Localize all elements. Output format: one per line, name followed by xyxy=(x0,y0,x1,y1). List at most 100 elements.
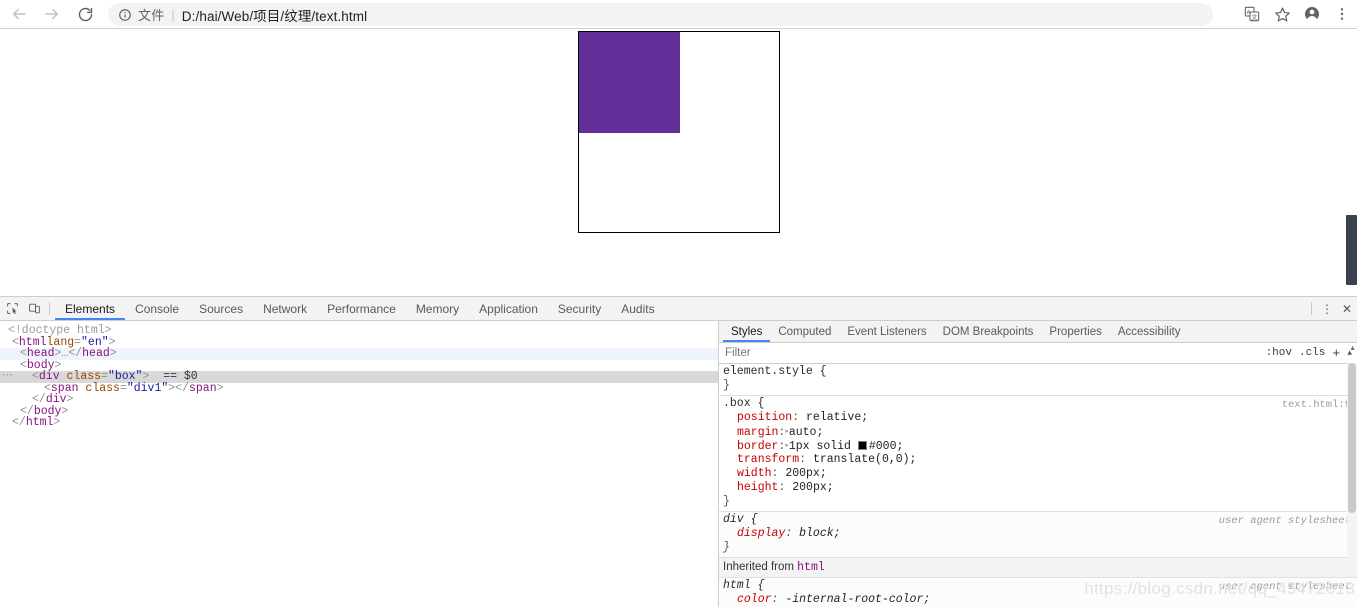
styles-scrollbar-thumb[interactable] xyxy=(1348,363,1356,513)
attr-class-span: class xyxy=(85,381,120,395)
tab-sources[interactable]: Sources xyxy=(189,298,253,320)
device-toolbar-icon[interactable] xyxy=(24,298,44,319)
selector-div: div { xyxy=(723,513,758,526)
dom-line-div-close: </div> xyxy=(32,393,74,406)
dom-line-span[interactable]: <span class="div1"></span> xyxy=(0,381,718,395)
hov-toggle[interactable]: :hov xyxy=(1266,347,1292,359)
tab-network[interactable]: Network xyxy=(253,298,317,320)
tab-event-listeners[interactable]: Event Listeners xyxy=(839,322,934,342)
forward-button[interactable] xyxy=(38,0,66,28)
cls-toggle[interactable]: .cls xyxy=(1299,347,1325,359)
property-margin: margin xyxy=(737,426,779,440)
close-brace-div: } xyxy=(723,541,730,554)
styles-scroll-up-icon[interactable]: ▲ xyxy=(1349,345,1356,352)
rule-div-origin: user agent stylesheet xyxy=(1218,515,1351,527)
devtools-panel: Elements Console Sources Network Perform… xyxy=(0,296,1357,607)
star-glyph-icon xyxy=(1274,7,1290,21)
page-scrollbar-thumb[interactable] xyxy=(1346,215,1357,285)
tab-styles[interactable]: Styles xyxy=(723,322,771,342)
tab-memory[interactable]: Memory xyxy=(406,298,469,320)
devtools-close-icon[interactable]: ✕ xyxy=(1337,298,1357,320)
value-border-color: #000; xyxy=(868,440,904,454)
property-border: border xyxy=(737,440,779,454)
tab-properties[interactable]: Properties xyxy=(1041,322,1109,342)
tab-security[interactable]: Security xyxy=(548,298,611,320)
rule-element-style[interactable]: element.style { } xyxy=(719,364,1357,396)
declaration-height[interactable]: height: 200px; xyxy=(723,481,1357,495)
omnibox-divider: | xyxy=(171,7,175,22)
inherited-from-tag[interactable]: html xyxy=(797,561,825,574)
tab-accessibility[interactable]: Accessibility xyxy=(1110,322,1189,342)
declaration-width[interactable]: width: 200px; xyxy=(723,467,1357,481)
color-swatch-black-icon[interactable] xyxy=(857,440,867,450)
tab-performance[interactable]: Performance xyxy=(317,298,406,320)
omnibox-url-text[interactable]: D:/hai/Web/项目/纹理/text.html xyxy=(182,5,367,25)
tag-span-close: span xyxy=(188,381,217,395)
styles-filter-row: :hov .cls + ▲ xyxy=(719,343,1357,364)
tabbar-divider xyxy=(49,302,50,315)
value-color: -internal-root-color; xyxy=(785,593,931,606)
dom-tree-pane[interactable]: <!doctype html> <htmllang="en"> ▶ <head>… xyxy=(0,321,719,607)
declaration-transform[interactable]: transform: translate(0,0); xyxy=(723,453,1357,467)
property-display: display xyxy=(737,527,786,540)
declaration-margin[interactable]: margin:▸auto; xyxy=(723,425,1357,439)
close-brace-box: } xyxy=(723,495,730,508)
bookmark-star-icon[interactable] xyxy=(1267,0,1297,28)
tab-application[interactable]: Application xyxy=(469,298,548,320)
devtools-more-icon[interactable]: ⋮ xyxy=(1317,298,1337,320)
devtools-main: <!doctype html> <htmllang="en"> ▶ <head>… xyxy=(0,321,1357,607)
dom-line-html-close: </html> xyxy=(12,416,61,429)
styles-pane: Styles Computed Event Listeners DOM Brea… xyxy=(719,321,1357,607)
styles-scrollbar[interactable] xyxy=(1347,363,1357,565)
selector-element-style: element.style { xyxy=(723,365,827,378)
tag-html-close: html xyxy=(25,416,54,429)
devtools-tabbar-actions: ⋮ ✕ xyxy=(1306,297,1357,320)
declaration-border[interactable]: border:▸1px solid #000; xyxy=(723,439,1357,453)
tab-audits[interactable]: Audits xyxy=(611,298,664,320)
new-style-rule-button[interactable]: + xyxy=(1332,346,1340,361)
reload-button[interactable] xyxy=(71,0,99,28)
property-position: position xyxy=(737,411,793,424)
box-div xyxy=(578,31,780,233)
property-height: height xyxy=(737,481,779,494)
value-height: 200px; xyxy=(792,481,834,494)
forward-arrow-icon xyxy=(45,8,58,20)
back-button[interactable] xyxy=(5,0,33,28)
dom-line-body-close: </body> xyxy=(20,404,69,418)
value-position: relative; xyxy=(806,411,869,424)
styles-filter-input[interactable] xyxy=(719,343,1266,363)
property-width: width xyxy=(737,467,772,480)
profile-avatar-icon[interactable] xyxy=(1297,0,1327,28)
tag-head-close: head xyxy=(82,347,110,360)
site-info-icon[interactable] xyxy=(117,7,132,22)
value-transform: translate(0,0); xyxy=(812,453,917,466)
devtools-tabbar: Elements Console Sources Network Perform… xyxy=(0,297,1357,321)
three-dots-vertical-icon xyxy=(1340,8,1344,20)
inspect-cursor-icon xyxy=(6,303,18,314)
chrome-menu-icon[interactable] xyxy=(1327,0,1357,28)
property-color: color xyxy=(737,593,772,606)
tab-elements[interactable]: Elements xyxy=(55,298,126,320)
translate-icon[interactable]: 文 A xyxy=(1237,0,1267,28)
info-circle-icon xyxy=(118,8,131,21)
tab-dom-breakpoints[interactable]: DOM Breakpoints xyxy=(935,322,1042,342)
value-border-prefix: 1px solid xyxy=(788,440,858,454)
omnibox-scheme-label: 文件 xyxy=(138,8,165,23)
css-rules-list[interactable]: element.style { } text.html:9 .box { pos… xyxy=(719,364,1357,607)
translate-glyph-icon: 文 A xyxy=(1244,6,1260,21)
address-bar[interactable]: 文件 | D:/hai/Web/项目/纹理/text.html xyxy=(108,3,1213,26)
svg-text:A: A xyxy=(1247,10,1251,16)
rule-box[interactable]: text.html:9 .box { position: relative; m… xyxy=(719,396,1357,512)
rule-html-origin: user agent stylesheet xyxy=(1218,581,1351,593)
tab-console[interactable]: Console xyxy=(125,298,189,320)
attr-class-span-value: "div1" xyxy=(126,381,169,395)
inspect-element-icon[interactable] xyxy=(2,298,22,319)
declaration-position[interactable]: position: relative; xyxy=(723,411,1357,425)
dom-line-head[interactable]: ▶ <head>…</head> xyxy=(0,348,718,360)
rule-div-ua[interactable]: user agent stylesheet div { display: blo… xyxy=(719,512,1357,558)
tab-computed[interactable]: Computed xyxy=(770,322,839,342)
back-arrow-icon xyxy=(13,8,26,20)
rule-html-ua[interactable]: user agent stylesheet html { color: -int… xyxy=(719,578,1357,607)
rule-box-origin[interactable]: text.html:9 xyxy=(1282,398,1351,412)
declaration-color: color: -internal-root-color; xyxy=(723,593,1357,607)
